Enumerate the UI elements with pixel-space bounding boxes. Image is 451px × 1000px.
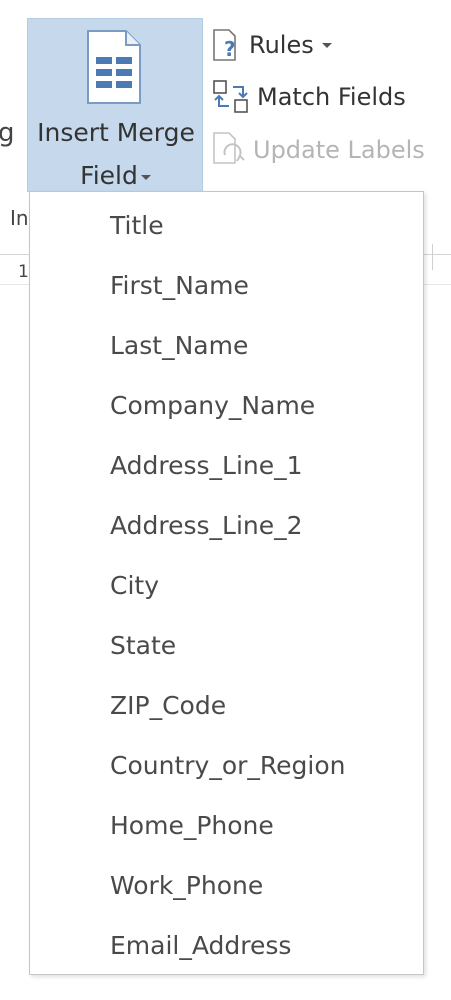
chevron-down-icon (321, 42, 332, 48)
merge-field-menu-item[interactable]: Home_Phone (30, 799, 423, 851)
svg-text:?: ? (224, 37, 236, 61)
rules-button[interactable]: ? Rules (211, 25, 332, 65)
merge-field-menu-item[interactable]: Company_Name (30, 379, 423, 431)
merge-fields-dropdown-menu: Title First_Name Last_Name Company_Name Addr… (29, 191, 424, 975)
merge-field-menu-item[interactable]: Work_Phone (30, 859, 423, 911)
merge-field-menu-item[interactable]: Address_Line_2 (30, 499, 423, 551)
match-fields-label: Match Fields (257, 83, 406, 111)
document-cell-fragment: 1 (18, 262, 29, 282)
update-labels-label: Update Labels (253, 136, 425, 164)
merge-field-menu-item[interactable]: Country_or_Region (30, 739, 423, 791)
ribbon: g Insert Merge Field ? Rules Match Field… (0, 0, 451, 192)
document-column-divider (432, 244, 433, 270)
insert-merge-field-label-text: Field (80, 161, 138, 190)
merge-field-menu-item[interactable]: First_Name (30, 259, 423, 311)
insert-merge-field-button[interactable]: Insert Merge Field (27, 18, 203, 192)
merge-field-menu-item[interactable]: Address_Line_1 (30, 439, 423, 491)
merge-field-menu-item[interactable]: Last_Name (30, 319, 423, 371)
merge-field-menu-item[interactable]: Title (30, 199, 423, 251)
chevron-down-icon (141, 175, 151, 180)
insert-merge-field-label-line2: Field (28, 161, 204, 191)
update-labels-icon (213, 132, 245, 164)
match-fields-icon (213, 80, 248, 113)
document-header-fragment: In (10, 206, 29, 230)
merge-field-menu-item[interactable]: Email_Address (30, 919, 423, 971)
match-fields-button[interactable]: Match Fields (211, 77, 406, 117)
merge-field-menu-item[interactable]: ZIP_Code (30, 679, 423, 731)
rules-icon: ? (213, 29, 236, 61)
insert-merge-field-label-line1: Insert Merge (37, 118, 195, 147)
merge-field-menu-item[interactable]: City (30, 559, 423, 611)
merge-field-menu-item[interactable]: State (30, 619, 423, 671)
ribbon-cut-label: g (0, 118, 15, 148)
merge-field-icon (87, 30, 141, 104)
rules-label: Rules (249, 31, 314, 59)
update-labels-button[interactable]: Update Labels (211, 130, 425, 170)
